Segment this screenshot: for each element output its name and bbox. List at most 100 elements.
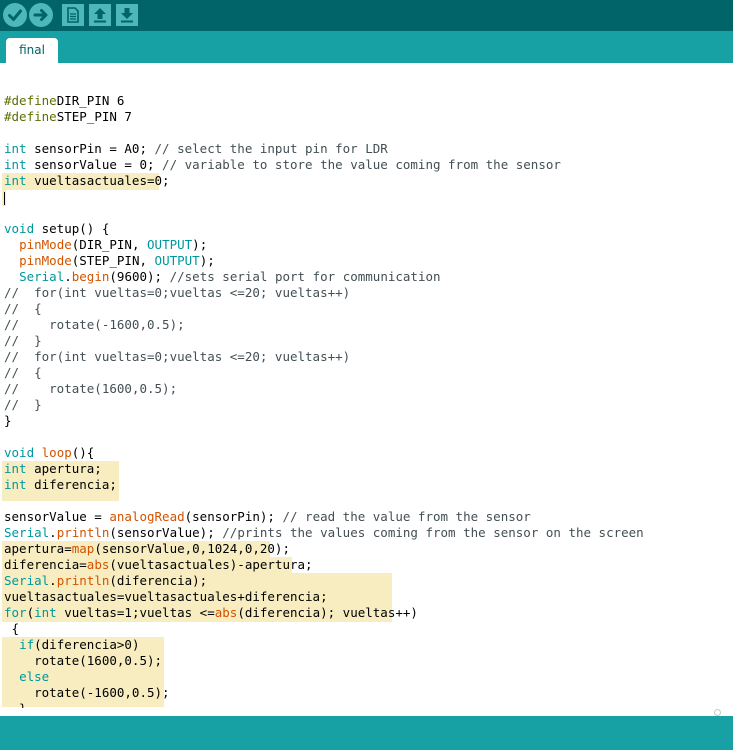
code-token: (STEP_PIN, xyxy=(71,253,155,268)
code-line: else xyxy=(4,669,644,685)
code-line: sensorValue = analogRead(sensorPin); // … xyxy=(4,509,644,525)
code-line: rotate(-1600,0.5); xyxy=(4,685,644,701)
code-token: . xyxy=(64,269,72,284)
code-token: #define xyxy=(4,93,57,108)
verify-button[interactable] xyxy=(3,3,27,27)
code-token: (){ xyxy=(71,445,95,460)
code-line: // { xyxy=(4,301,644,317)
code-token: rotate(-1600,0.5); xyxy=(4,685,170,700)
code-token: pinMode xyxy=(19,237,72,252)
code-token: sensorValue = xyxy=(4,509,110,524)
code-token: int xyxy=(34,605,57,620)
code-editor[interactable]: #defineDIR_PIN 6 #defineSTEP_PIN 7 int sen… xyxy=(0,63,733,708)
code-token: apertura; xyxy=(26,461,102,476)
code-token: (diferencia); xyxy=(109,573,208,588)
code-line: { xyxy=(4,621,644,637)
code-line: int sensorValue = 0; // variable to stor… xyxy=(4,157,644,173)
code-token: } xyxy=(4,413,12,428)
code-line: int apertura; xyxy=(4,461,644,477)
code-text: #defineDIR_PIN 6 #defineSTEP_PIN 7 int sen… xyxy=(4,93,644,708)
horizontal-scrollbar[interactable] xyxy=(0,708,733,716)
code-token: diferencia= xyxy=(4,557,87,572)
code-line: // for(int vueltas=0;vueltas <=20; vuelt… xyxy=(4,285,644,301)
code-line: } xyxy=(4,413,644,429)
code-line: Serial.println(sensorValue); //prints th… xyxy=(4,525,644,541)
code-line: apertura=map(sensorValue,0,1024,0,20); xyxy=(4,541,644,557)
code-token: for xyxy=(4,605,27,620)
code-token: analogRead xyxy=(109,509,185,524)
code-line: int sensorPin = A0; // select the input … xyxy=(4,141,644,157)
code-token: ); xyxy=(192,237,208,252)
code-token: (DIR_PIN, xyxy=(71,237,148,252)
code-line: // rotate(1600,0.5); xyxy=(4,381,644,397)
code-token: pinMode xyxy=(19,253,72,268)
code-token: int xyxy=(4,461,27,476)
code-token: void xyxy=(4,445,35,460)
save-down-arrow-icon xyxy=(121,8,133,23)
code-token: Serial xyxy=(4,573,50,588)
code-line: // rotate(-1600,0.5); xyxy=(4,317,644,333)
code-token: // read the value from the sensor xyxy=(282,509,531,524)
code-line: } xyxy=(4,701,644,708)
arrow-right-icon xyxy=(33,9,48,21)
code-token: // { xyxy=(4,301,42,316)
code-token: abs xyxy=(86,557,110,572)
code-token: vueltas=1;vueltas <= xyxy=(56,605,215,620)
code-token: diferencia; xyxy=(26,477,117,492)
upload-button[interactable] xyxy=(29,3,53,27)
new-file-icon xyxy=(67,7,79,23)
code-token: // } xyxy=(4,397,42,412)
code-token: // variable to store the value coming fr… xyxy=(162,157,561,172)
open-up-arrow-icon xyxy=(94,8,106,23)
tab-final[interactable]: final xyxy=(6,38,58,63)
code-token: (sensorValue,0,1024,0,20); xyxy=(94,541,290,556)
resize-handle-icon xyxy=(714,709,721,716)
code-token: OUTPUT xyxy=(154,253,200,268)
code-line: int vueltasactuales=0; xyxy=(4,173,644,189)
code-token: vueltasactuales=vueltasactuales+diferenc… xyxy=(4,589,328,604)
code-token: int xyxy=(4,157,27,172)
code-line: diferencia=abs(vueltasactuales)-apertura… xyxy=(4,557,644,573)
code-token: // { xyxy=(4,365,42,380)
code-line: int diferencia; xyxy=(4,477,644,493)
code-token: if xyxy=(19,637,35,652)
code-token: // select the input pin for LDR xyxy=(154,141,388,156)
code-token: sensorPin = A0; xyxy=(26,141,155,156)
code-token: // } xyxy=(4,333,42,348)
code-token: (diferencia>0) xyxy=(34,637,140,652)
code-token: (sensorValue); xyxy=(109,525,223,540)
code-token: } xyxy=(4,701,27,708)
code-token: { xyxy=(4,621,20,636)
code-token: loop xyxy=(41,445,72,460)
code-token: setup() { xyxy=(34,221,110,236)
code-line: // for(int vueltas=0;vueltas <=20; vuelt… xyxy=(4,349,644,365)
code-line: Serial.begin(9600); //sets serial port f… xyxy=(4,269,644,285)
code-token: OUTPUT xyxy=(147,237,193,252)
new-button[interactable] xyxy=(62,4,84,26)
open-button[interactable] xyxy=(89,4,111,26)
check-icon xyxy=(8,9,22,21)
code-token: println xyxy=(56,525,110,540)
code-token: . xyxy=(49,573,57,588)
tab-bar: final xyxy=(0,31,733,63)
code-line: pinMode(STEP_PIN, OUTPUT); xyxy=(4,253,644,269)
code-token: // rotate(-1600,0.5); xyxy=(4,317,185,332)
code-line: pinMode(DIR_PIN, OUTPUT); xyxy=(4,237,644,253)
code-line: // } xyxy=(4,397,644,413)
code-token: #define xyxy=(4,109,57,124)
code-token: sensorValue = 0; xyxy=(26,157,163,172)
code-line: // { xyxy=(4,365,644,381)
code-line: if(diferencia>0) xyxy=(4,637,644,653)
save-button[interactable] xyxy=(116,4,138,26)
code-line: #defineDIR_PIN 6 xyxy=(4,93,644,109)
code-token: vueltasactuales=0; xyxy=(26,173,170,188)
code-line: vueltasactuales=vueltasactuales+diferenc… xyxy=(4,589,644,605)
